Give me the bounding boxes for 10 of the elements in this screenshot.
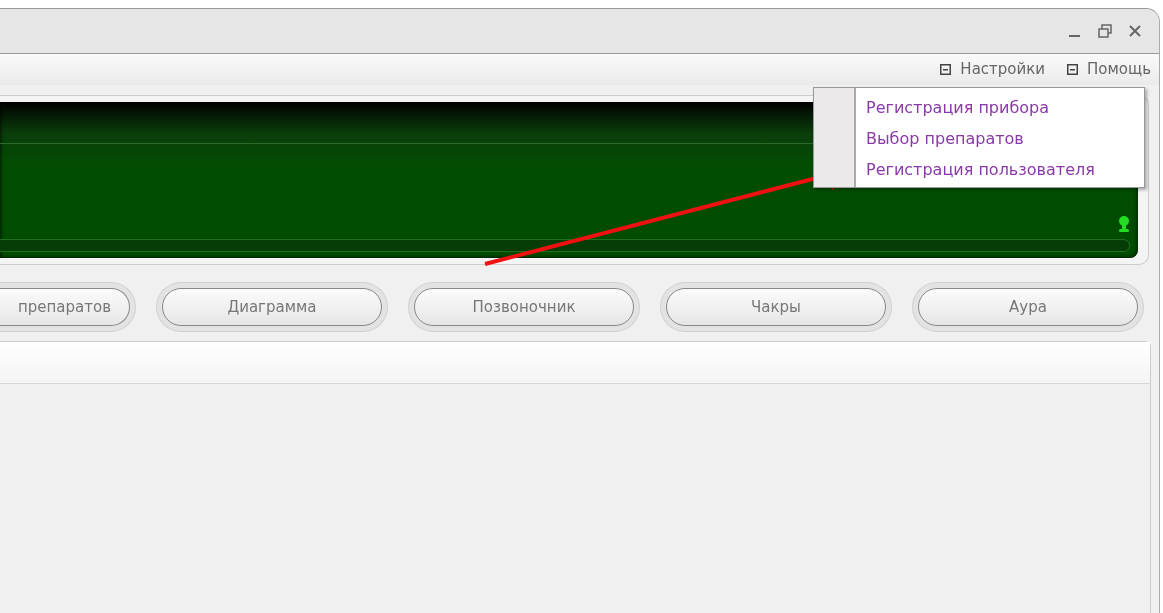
menu-item[interactable]: Помощь xyxy=(1067,58,1151,81)
restore-icon[interactable] xyxy=(1097,23,1113,39)
menu-icon xyxy=(1067,64,1079,75)
dropdown-item[interactable]: Регистрация прибора xyxy=(864,92,1051,123)
close-icon[interactable] xyxy=(1127,23,1143,39)
dropdown-item[interactable]: Регистрация пользователя xyxy=(864,154,1097,185)
lamp-icon xyxy=(1118,215,1130,233)
dropdown-item[interactable]: Выбор препаратов xyxy=(864,123,1026,154)
menu-icon xyxy=(940,64,952,75)
menu-item[interactable]: Настройки xyxy=(940,58,1046,81)
